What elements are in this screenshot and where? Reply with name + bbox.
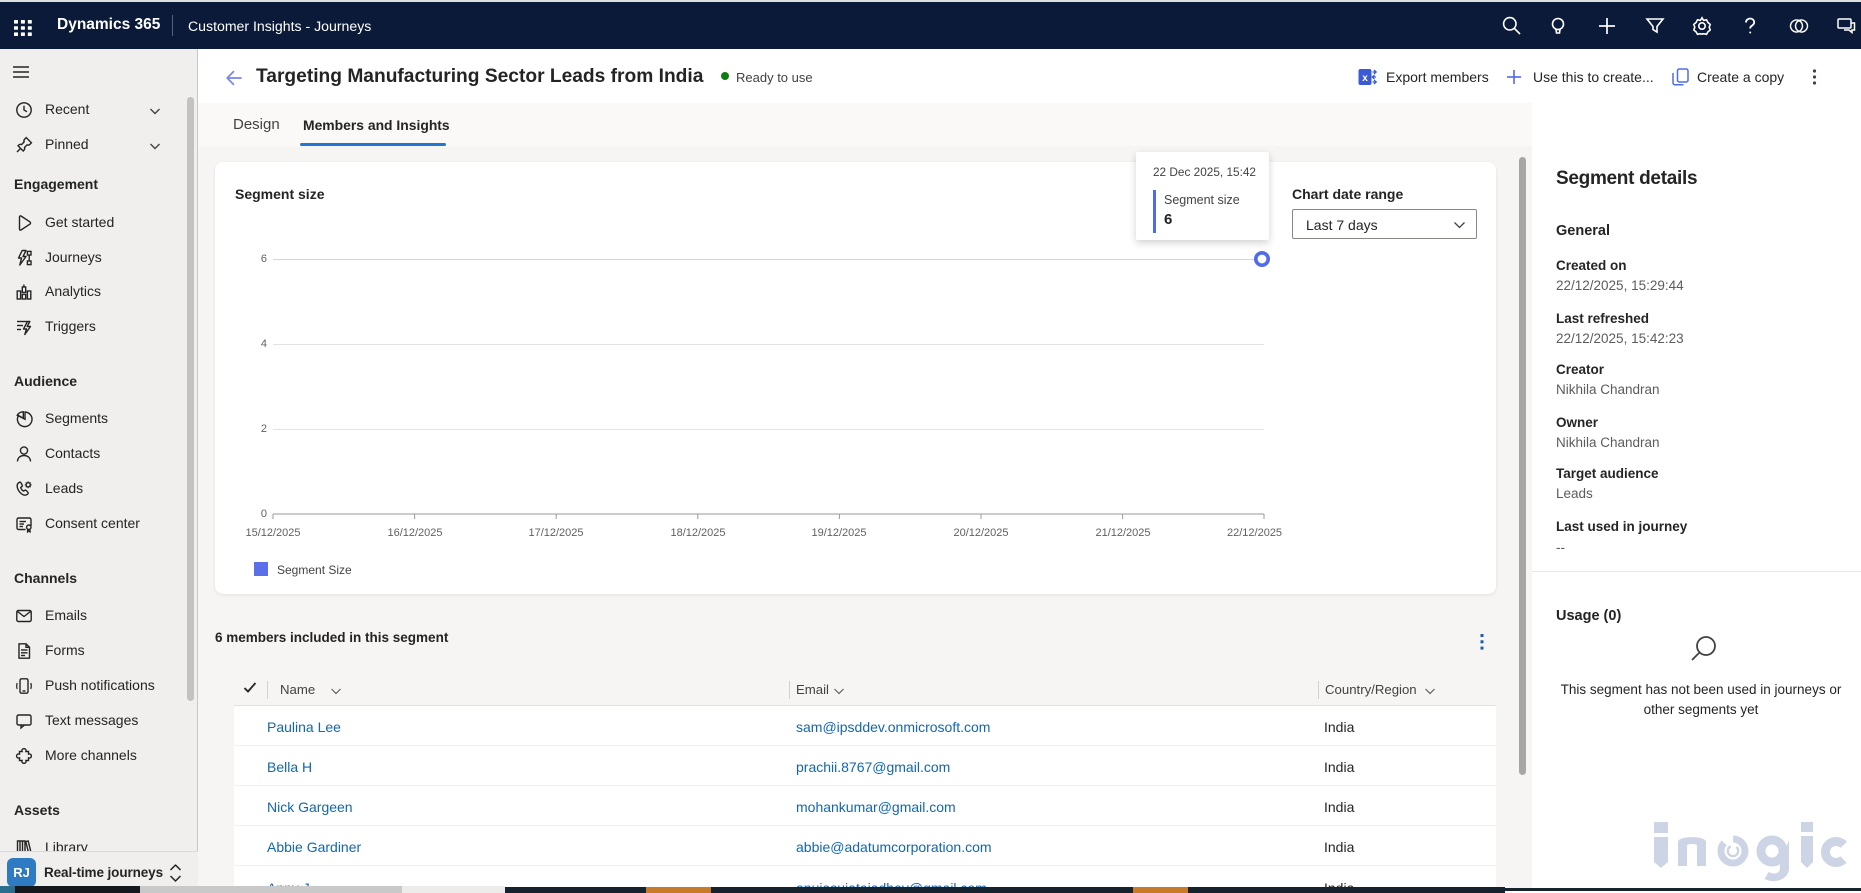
svg-text:x: x bbox=[1362, 73, 1368, 84]
